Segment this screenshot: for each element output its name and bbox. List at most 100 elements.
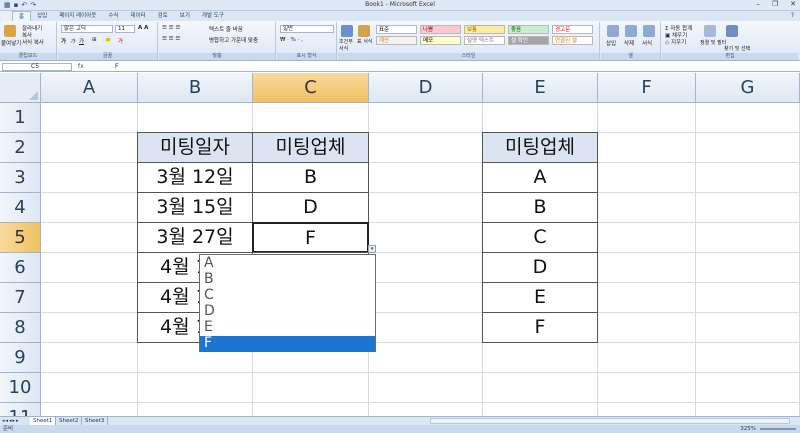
cell-style-8[interactable]: 셀 확인	[508, 36, 549, 45]
close-button[interactable]: ✕	[790, 0, 796, 10]
format-cells-button[interactable]: 서식	[642, 39, 652, 47]
find-select-icon[interactable]	[726, 25, 738, 37]
delete-cells-button[interactable]: 삭제	[624, 39, 634, 47]
table2-cell[interactable]: D	[482, 252, 598, 283]
format-painter-button[interactable]: 서식 복사	[22, 38, 44, 46]
row-header-10[interactable]: 10	[0, 373, 41, 403]
table1-cell-company[interactable]: B	[252, 162, 369, 193]
align-left-icon[interactable]: ☰ ☰ ☰	[162, 36, 180, 42]
row-header-4[interactable]: 4	[0, 193, 41, 223]
tab-data[interactable]: 데이터	[124, 11, 151, 21]
row-header-6[interactable]: 6	[0, 253, 41, 283]
zoom-level[interactable]: 325%	[740, 425, 756, 433]
conditional-format-button[interactable]: 조건부 서식	[339, 38, 355, 52]
row-header-2[interactable]: 2	[0, 133, 41, 163]
table-format-icon[interactable]	[358, 25, 370, 37]
cell-style-5[interactable]: 계산	[376, 36, 417, 45]
table1-cell-date[interactable]: 3월 12일	[137, 162, 253, 193]
tab-view[interactable]: 보기	[174, 11, 196, 21]
column-header-e[interactable]: E	[483, 73, 598, 103]
row-header-5[interactable]: 5	[0, 223, 41, 253]
dropdown-option[interactable]: B	[200, 272, 375, 288]
wrap-text-button[interactable]: 텍스트 줄 바꿈	[209, 25, 243, 33]
bold-icon[interactable]: 가	[61, 37, 66, 45]
validation-dropdown-list[interactable]: ABCDEF	[199, 254, 376, 352]
sort-filter-button[interactable]: 정렬 및 필터	[700, 39, 726, 46]
table2-header[interactable]: 미팅업체	[482, 132, 598, 163]
help-icon[interactable]: ?	[791, 12, 794, 19]
cell-style-4[interactable]: 경고문	[552, 25, 593, 34]
dropdown-option[interactable]: A	[200, 256, 375, 272]
underline-icon[interactable]: 가	[79, 37, 84, 45]
cell-style-7[interactable]: 설명 텍스트	[464, 36, 505, 45]
font-size-select[interactable]: 11	[115, 25, 135, 33]
insert-cells-icon[interactable]	[607, 25, 619, 37]
dropdown-option[interactable]: D	[200, 304, 375, 320]
column-header-c[interactable]: C	[253, 73, 369, 103]
table1-cell-date[interactable]: 3월 27일	[137, 222, 253, 253]
row-header-7[interactable]: 7	[0, 283, 41, 313]
row-header-11[interactable]: 11	[0, 403, 41, 416]
cell-style-0[interactable]: 표준	[376, 25, 417, 34]
column-header-d[interactable]: D	[369, 73, 483, 103]
column-header-b[interactable]: B	[138, 73, 253, 103]
row-header-8[interactable]: 8	[0, 313, 41, 343]
zoom-slider[interactable]	[760, 428, 796, 430]
conditional-format-icon[interactable]	[341, 25, 353, 37]
table1-cell-company[interactable]: F	[252, 222, 369, 253]
number-format-select[interactable]: 일반	[280, 25, 334, 33]
sheet-tab-3[interactable]: Sheet3	[82, 417, 109, 425]
cell-style-6[interactable]: 메모	[420, 36, 461, 45]
dropdown-option[interactable]: C	[200, 288, 375, 304]
horizontal-scrollbar[interactable]	[430, 418, 790, 424]
dropdown-arrow-icon[interactable]: ▾	[368, 245, 376, 253]
table1-header-date[interactable]: 미팅일자	[137, 132, 253, 163]
minimize-button[interactable]: –	[756, 0, 760, 10]
cell-style-9[interactable]: 연결된 셀	[552, 36, 593, 45]
row-header-1[interactable]: 1	[0, 103, 41, 133]
delete-cells-icon[interactable]	[625, 25, 637, 37]
clear-button[interactable]: ◇ 지우기	[665, 38, 686, 46]
insert-cells-button[interactable]: 삽입	[606, 39, 616, 47]
table2-cell[interactable]: E	[482, 282, 598, 313]
paste-icon[interactable]	[4, 25, 16, 37]
cell-style-1[interactable]: 나쁨	[420, 25, 461, 34]
border-icon[interactable]: ⊞	[92, 37, 97, 43]
fill-color-icon[interactable]: ▄	[106, 36, 110, 42]
restore-button[interactable]: ❐	[772, 0, 778, 10]
tab-formulas[interactable]: 수식	[102, 11, 124, 21]
column-header-g[interactable]: G	[696, 73, 800, 103]
table2-cell[interactable]: F	[482, 312, 598, 343]
insert-function-button[interactable]: fx	[78, 63, 84, 70]
tab-developer[interactable]: 개발 도구	[196, 11, 230, 21]
tab-home[interactable]: 홈	[12, 11, 32, 21]
currency-icon[interactable]: ₩ · % · ,	[280, 37, 303, 43]
align-top-icon[interactable]: ☰ ☰ ☰	[162, 25, 180, 31]
dropdown-option[interactable]: F	[200, 336, 375, 352]
row-header-9[interactable]: 9	[0, 343, 41, 373]
paste-button[interactable]: 붙여넣기	[1, 39, 21, 47]
tab-insert[interactable]: 삽입	[31, 11, 53, 21]
select-all-button[interactable]	[0, 73, 41, 103]
row-header-3[interactable]: 3	[0, 163, 41, 193]
find-select-button[interactable]: 찾기 및 선택	[724, 45, 750, 52]
sort-filter-icon[interactable]	[704, 25, 716, 37]
dropdown-option[interactable]: E	[200, 320, 375, 336]
italic-icon[interactable]: 가	[70, 37, 75, 45]
office-button[interactable]	[0, 11, 12, 21]
name-box[interactable]: C5	[2, 63, 72, 71]
worksheet-grid[interactable]: ABCDEFG1234567891011미팅일자미팅업체3월 12일B3월 15…	[0, 73, 800, 416]
cell-style-2[interactable]: 보통	[464, 25, 505, 34]
grow-font-icon[interactable]: A A	[138, 25, 148, 31]
sheet-nav-icon[interactable]: ◂◂◂▸▸	[2, 418, 20, 424]
tab-review[interactable]: 검토	[152, 11, 174, 21]
cell-style-3[interactable]: 좋음	[508, 25, 549, 34]
tab-page-layout[interactable]: 페이지 레이아웃	[53, 11, 102, 21]
table-format-button[interactable]: 표 서식	[357, 38, 373, 45]
table1-cell-company[interactable]: D	[252, 192, 369, 223]
column-header-f[interactable]: F	[598, 73, 696, 103]
formula-input[interactable]: F	[115, 63, 118, 70]
font-name-select[interactable]: 맑은 고딕	[61, 25, 113, 33]
table1-header-company[interactable]: 미팅업체	[252, 132, 369, 163]
table2-cell[interactable]: B	[482, 192, 598, 223]
